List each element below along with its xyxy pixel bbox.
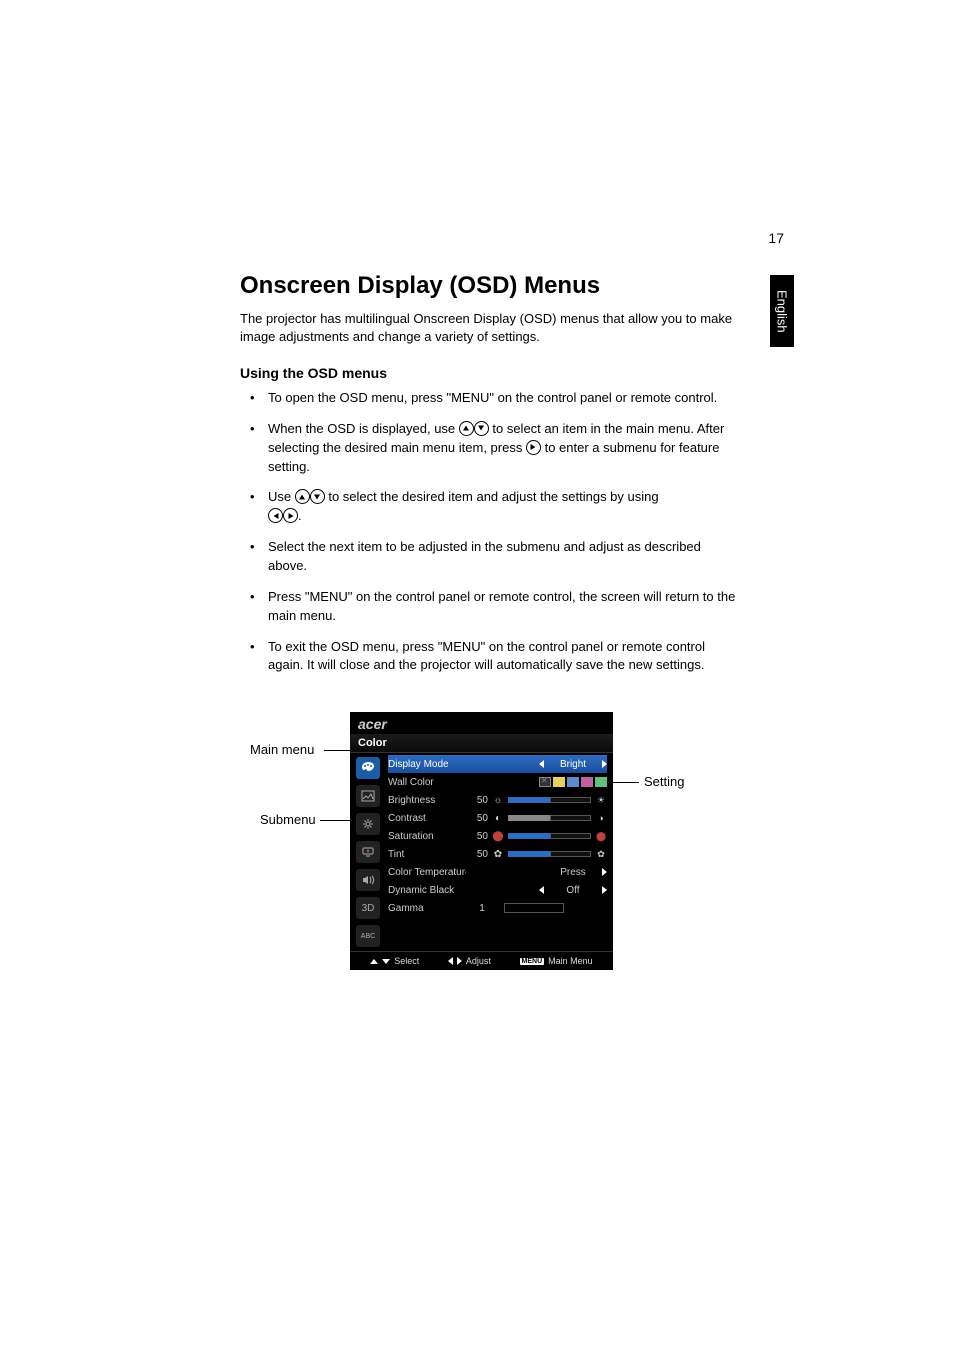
callout-main-menu: Main menu [250, 742, 314, 757]
swatch-pink[interactable] [581, 777, 593, 787]
color-icon[interactable] [356, 757, 380, 779]
bullet-exit: To exit the OSD menu, press "MENU" on th… [240, 638, 740, 676]
image-icon[interactable] [356, 785, 380, 807]
down-icon [310, 489, 325, 504]
osd-footer: Select Adjust MENU Main Menu [350, 951, 613, 970]
language-icon[interactable]: ABC [356, 925, 380, 947]
bullet-next-item: Select the next item to be adjusted in t… [240, 538, 740, 576]
down-arrow-icon [382, 959, 390, 964]
callout-setting: Setting [644, 774, 684, 789]
gamma-box [504, 903, 564, 913]
row-saturation[interactable]: Saturation 50 ⬤ ⬤ [388, 827, 607, 845]
callout-submenu: Submenu [260, 812, 316, 827]
section-heading: Using the OSD menus [240, 365, 740, 381]
instruction-list: To open the OSD menu, press "MENU" on th… [240, 389, 740, 675]
row-contrast[interactable]: Contrast 50 ◐ ◑ [388, 809, 607, 827]
swatch-yellow[interactable] [553, 777, 565, 787]
threeD-icon[interactable]: 3D [356, 897, 380, 919]
tint-slider[interactable] [508, 851, 591, 857]
color-temp-value: Press [548, 867, 598, 878]
left-icon [268, 508, 283, 523]
language-tab: English [770, 275, 794, 347]
row-display-mode[interactable]: Display Mode Bright [388, 755, 607, 773]
brightness-low-icon: ☼ [492, 795, 504, 806]
gamma-value: 1 [470, 903, 494, 914]
row-dynamic-black[interactable]: Dynamic Black Off [388, 881, 607, 899]
osd-main-menu-icons: 3D ABC [350, 753, 386, 951]
swatch-green[interactable] [595, 777, 607, 787]
footer-adjust: Adjust [448, 956, 491, 966]
row-wall-color[interactable]: Wall Color [388, 773, 607, 791]
swatch-none[interactable] [539, 777, 551, 787]
contrast-slider[interactable] [508, 815, 591, 821]
right-arrow-icon [457, 957, 462, 965]
row-brightness[interactable]: Brightness 50 ☼ ☀ [388, 791, 607, 809]
brightness-slider[interactable] [508, 797, 591, 803]
callout-line [611, 782, 639, 783]
right-arrow-icon[interactable] [602, 760, 607, 768]
setting-icon[interactable] [356, 813, 380, 835]
saturation-slider[interactable] [508, 833, 591, 839]
bullet-open-menu: To open the OSD menu, press "MENU" on th… [240, 389, 740, 408]
content-area: Onscreen Display (OSD) Menus The project… [240, 272, 740, 687]
left-arrow-icon[interactable] [539, 760, 544, 768]
menu-key-icon: MENU [520, 958, 545, 965]
osd-screenshot: acer Color 3D ABC Display Mode [350, 712, 613, 970]
up-icon [459, 421, 474, 436]
bullet-adjust: Use to select the desired item and adjus… [240, 488, 740, 526]
audio-icon[interactable] [356, 869, 380, 891]
tint-high-icon: ✿ [595, 849, 607, 860]
footer-select: Select [370, 956, 419, 966]
brightness-high-icon: ☀ [595, 795, 607, 806]
page-title: Onscreen Display (OSD) Menus [240, 272, 740, 300]
row-color-temperature[interactable]: Color Temperature Press [388, 863, 607, 881]
display-mode-value: Bright [548, 759, 598, 770]
language-tab-label: English [775, 290, 790, 333]
row-tint[interactable]: Tint 50 ✿ ✿ [388, 845, 607, 863]
bullet-select-main: When the OSD is displayed, use to select… [240, 420, 740, 477]
bullet-return: Press "MENU" on the control panel or rem… [240, 588, 740, 626]
intro-text: The projector has multilingual Onscreen … [240, 310, 740, 345]
up-icon [295, 489, 310, 504]
osd-brand: acer [350, 712, 613, 734]
saturation-high-icon: ⬤ [595, 831, 607, 842]
right-arrow-icon[interactable] [602, 886, 607, 894]
saturation-low-icon: ⬤ [492, 831, 504, 842]
contrast-high-icon: ◑ [595, 813, 607, 823]
dynamic-black-value: Off [548, 885, 598, 896]
tint-low-icon: ✿ [492, 849, 504, 860]
page-number: 17 [768, 230, 784, 246]
right-arrow-icon[interactable] [602, 868, 607, 876]
row-gamma[interactable]: Gamma 1 [388, 899, 607, 917]
management-icon[interactable] [356, 841, 380, 863]
down-icon [474, 421, 489, 436]
up-arrow-icon [370, 959, 378, 964]
osd-submenu-rows: Display Mode Bright Wall Color Br [386, 753, 613, 951]
left-arrow-icon [448, 957, 453, 965]
osd-body: 3D ABC Display Mode Bright Wall Color [350, 753, 613, 951]
contrast-low-icon: ◐ [492, 813, 504, 824]
swatch-blue[interactable] [567, 777, 579, 787]
right-icon [283, 508, 298, 523]
osd-title: Color [350, 734, 613, 753]
left-arrow-icon[interactable] [539, 886, 544, 894]
wall-color-swatches [470, 777, 607, 787]
footer-main-menu: MENU Main Menu [520, 956, 593, 966]
right-icon [526, 440, 541, 455]
